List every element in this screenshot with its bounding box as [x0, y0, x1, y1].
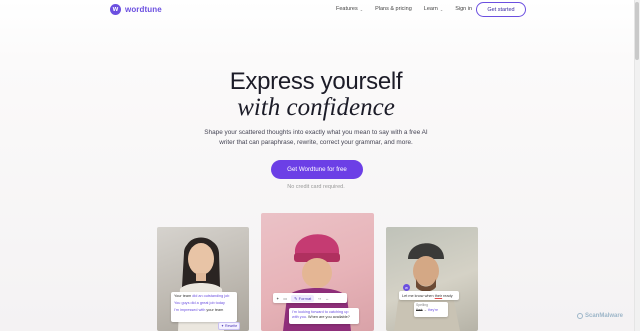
suggestion-row[interactable]: You guys did a great job today: [171, 299, 237, 306]
watermark: ScanMalware: [577, 313, 623, 319]
chevron-down-icon: ⌄: [439, 6, 444, 12]
demo-card-rewrite: Your team did an outstanding job You guy…: [157, 227, 249, 331]
demo-card-format: ✦ ▭ ✎ Format ‹› ↔ I'm looking forward to…: [261, 213, 374, 331]
misspelled-word[interactable]: their: [435, 294, 442, 298]
logo-text: wordtune: [125, 5, 162, 14]
expand-icon[interactable]: ↔: [325, 296, 329, 301]
no-credit-card-note: No credit card required.: [287, 184, 345, 190]
nav-links: Features ⌄ Plans & pricing Learn ⌄ Sign …: [336, 6, 472, 12]
nav-item-label: Features: [336, 6, 358, 12]
logo-icon: w: [110, 4, 121, 15]
top-nav: w wordtune Features ⌄ Plans & pricing Le…: [0, 0, 632, 21]
rewrite-label: Rewrite: [225, 324, 238, 328]
logo[interactable]: w wordtune: [110, 4, 162, 15]
chevron-down-icon: ⌄: [359, 6, 364, 12]
original-word: their: [416, 308, 423, 312]
spelling-suggestion-panel: Spelling their → they're: [414, 302, 448, 317]
nav-item-learn[interactable]: Learn ⌄: [424, 6, 443, 12]
hero-description: Shape your scattered thoughts into exact…: [204, 129, 428, 146]
suggestion-row[interactable]: I'm impressed with your team: [171, 306, 237, 313]
rewrite-suggestions-panel: Your team did an outstanding job You guy…: [171, 292, 237, 322]
nav-item-label: Learn: [423, 6, 438, 12]
formatting-toolbar: ✦ ▭ ✎ Format ‹› ↔: [273, 293, 347, 303]
scrollbar-thumb[interactable]: [635, 2, 639, 60]
sentence-text: ready: [442, 293, 453, 298]
wordtune-badge-icon: w: [403, 284, 410, 291]
suggestion-highlight: I'm impressed with: [174, 307, 207, 312]
suggestion-highlight: did an outstanding job: [192, 293, 230, 298]
suggestion-text: your team: [206, 307, 224, 312]
demo-card-spelling: w Let me know when their ready Spelling …: [386, 227, 478, 331]
suggestion-highlight: You guys did a great job today: [174, 300, 225, 305]
code-icon[interactable]: ‹›: [318, 296, 321, 301]
message-panel: I'm looking forward to catching up with …: [289, 308, 359, 324]
page-scrollbar[interactable]: [634, 0, 640, 331]
sparkle-icon: ✦: [221, 324, 225, 328]
sparkle-icon[interactable]: ✦: [276, 296, 279, 301]
folder-icon[interactable]: ▭: [283, 296, 287, 301]
replacement-word: they're: [427, 308, 438, 312]
sentence-text: Let me know when: [402, 293, 435, 298]
spelling-fix-row[interactable]: their → they're: [416, 308, 446, 313]
nav-item-features[interactable]: Features ⌄: [336, 6, 363, 12]
get-started-button[interactable]: Get started: [476, 2, 526, 17]
hero-subtitle: with confidence: [237, 94, 395, 121]
edit-icon: ✎: [294, 295, 298, 301]
nav-item-label: Plans & pricing: [375, 6, 412, 12]
suggestion-row[interactable]: Your team did an outstanding job: [171, 292, 237, 299]
get-wordtune-free-button[interactable]: Get Wordtune for free: [271, 160, 363, 179]
nav-item-plans-pricing[interactable]: Plans & pricing: [375, 6, 412, 12]
arrow-icon: →: [423, 308, 427, 312]
hero-title: Express yourself: [229, 68, 403, 95]
watermark-icon: [577, 313, 583, 319]
rewrite-button[interactable]: ✦ Rewrite: [218, 322, 241, 330]
sentence-panel: Let me know when their ready: [399, 291, 459, 300]
suggestion-text: Your team: [174, 293, 193, 298]
nav-item-sign-in[interactable]: Sign in: [455, 6, 472, 12]
watermark-text: ScanMalware: [585, 313, 624, 319]
format-label: Format: [298, 295, 312, 301]
message-text: When are you available?: [306, 315, 350, 319]
nav-item-label: Sign in: [455, 6, 473, 12]
format-button[interactable]: ✎ Format: [291, 294, 315, 302]
